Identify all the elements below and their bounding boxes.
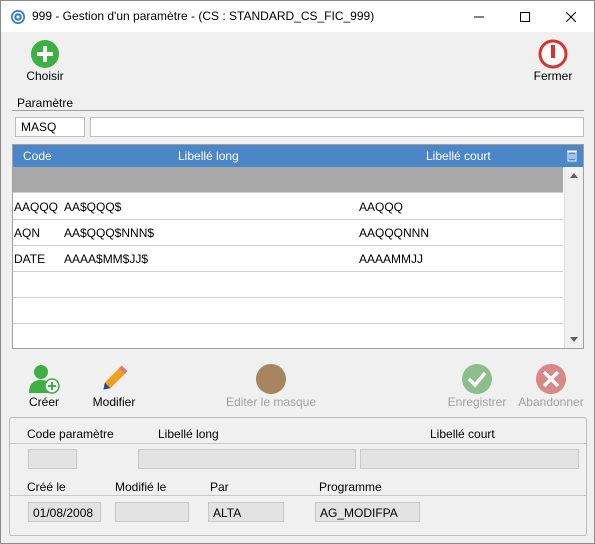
created-date-field: 01/08/2008 [28,502,101,522]
code-param-field[interactable] [28,449,77,469]
section-divider [12,110,584,111]
maximize-button[interactable] [502,1,548,32]
cell-short: AAQQQ [359,200,404,214]
close-icon [566,11,576,22]
detail-panel: Code paramètre Libellé long Libellé cour… [9,417,587,536]
long-label-label: Libellé long [158,427,219,441]
close-label: Fermer [533,69,573,83]
by-label: Par [210,480,229,494]
table-row[interactable] [13,324,563,348]
cell-code: AAQQQ [14,200,59,214]
modify-button[interactable]: Modifier [87,363,141,409]
cancel-icon [536,364,566,394]
create-button[interactable]: Créer [21,363,67,409]
code-param-label: Code paramètre [27,427,114,441]
cancel-label: Abandonner [518,395,584,409]
cell-code: DATE [14,252,46,266]
table-row[interactable] [13,167,563,193]
window-title: 999 - Gestion d'un paramètre - (CS : STA… [32,9,375,23]
created-label: Créé le [27,480,66,494]
edit-mask-button[interactable]: Editer le masque [215,363,327,409]
app-icon [11,10,25,24]
short-label-label: Libellé court [430,427,495,441]
table-row[interactable]: DATE AAAA$MM$JJ$ AAAAMMJJ [13,246,563,272]
edit-mask-label: Editer le masque [225,395,317,409]
cell-code: AQN [14,226,41,240]
long-label-field[interactable] [138,449,356,469]
table-row[interactable]: AQN AA$QQQ$NNN$ AAQQQNNN [13,220,563,246]
power-icon [538,39,568,69]
scroll-down-icon[interactable] [570,337,578,342]
table-row[interactable]: AAQQQ AA$QQQ$ AAQQQ [13,194,563,220]
table-row[interactable] [13,298,563,324]
modified-label: Modifié le [115,480,167,494]
minimize-icon [474,16,484,17]
detail-divider [10,443,586,444]
choose-button[interactable]: Choisir [15,39,75,83]
save-button[interactable]: Enregistrer [442,363,512,409]
parametre-section-label: Paramètre [17,96,74,110]
detail-divider-2 [10,495,586,496]
mask-icon [256,364,286,394]
col-short-header[interactable]: Libellé court [426,149,491,163]
cell-long: AA$QQQ$NNN$ [64,226,155,240]
parametre-code-input[interactable]: MASQ [15,117,85,137]
col-code-header[interactable]: Code [23,149,52,163]
scroll-up-icon[interactable] [570,173,578,178]
modify-label: Modifier [92,395,136,409]
close-button[interactable]: Fermer [523,39,583,83]
cell-short: AAAAMMJJ [359,252,424,266]
minimize-button[interactable] [456,1,502,32]
program-label: Programme [319,480,382,494]
maximize-icon [520,11,530,22]
add-circle-icon [31,40,59,68]
col-long-header[interactable]: Libellé long [178,149,239,163]
close-window-button[interactable] [548,1,594,32]
cancel-button[interactable]: Abandonner [513,363,589,409]
short-label-field[interactable] [360,449,579,469]
choose-label: Choisir [26,69,64,83]
pencil-icon [103,365,128,390]
modified-date-field [115,502,189,522]
check-icon [462,364,492,394]
parametre-label-input[interactable] [90,117,584,137]
add-user-icon [29,365,60,394]
main-window: 999 - Gestion d'un paramètre - (CS : STA… [0,0,595,544]
cell-short: AAQQQNNN [359,226,430,240]
grid-scrollbar[interactable] [564,167,583,348]
grid-header: Code Libellé long Libellé court [13,145,583,167]
create-label: Créer [28,395,59,409]
cell-long: AA$QQQ$ [64,200,122,214]
parametre-grid: Code Libellé long Libellé court AAQQQ AA… [12,144,584,349]
by-field: ALTA [208,502,284,522]
cell-long: AAAA$MM$JJ$ [64,252,149,266]
program-field: AG_MODIFPA [315,502,420,522]
save-label: Enregistrer [447,395,507,409]
column-chooser-icon[interactable] [566,149,578,162]
table-row[interactable] [13,272,563,298]
title-bar: 999 - Gestion d'un paramètre - (CS : STA… [1,1,594,32]
